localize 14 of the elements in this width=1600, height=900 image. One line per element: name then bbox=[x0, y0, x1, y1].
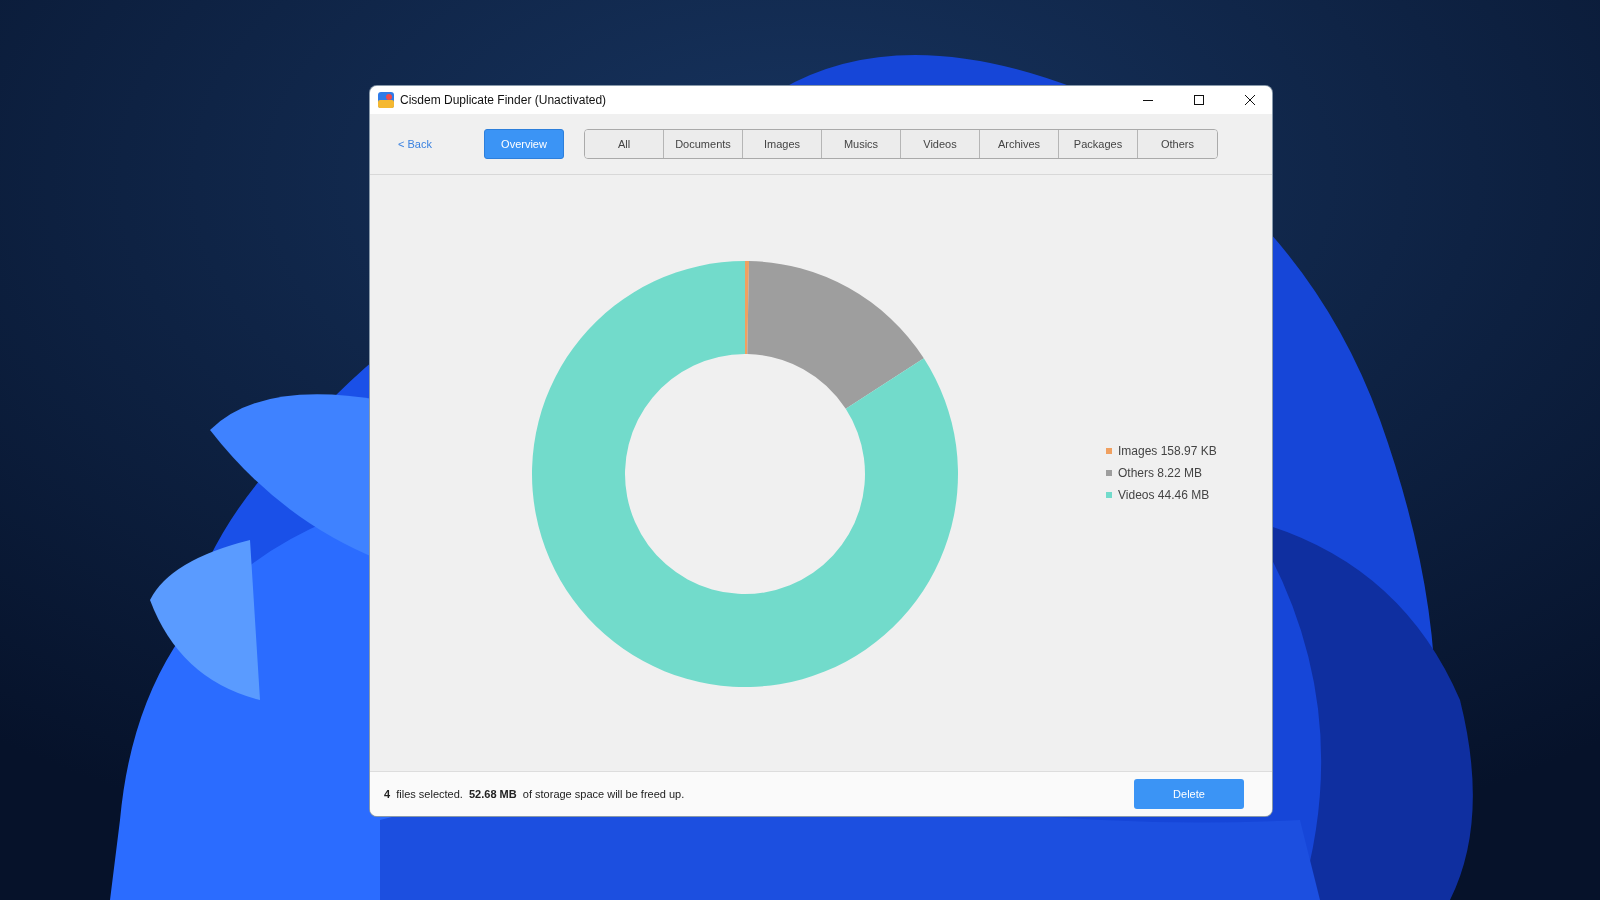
legend-label: Others 8.22 MB bbox=[1118, 466, 1203, 480]
filter-tab[interactable]: Packages bbox=[1059, 130, 1138, 158]
legend-label: Videos 44.46 MB bbox=[1118, 488, 1210, 502]
window-title: Cisdem Duplicate Finder (Unactivated) bbox=[400, 93, 608, 107]
filter-tab[interactable]: Documents bbox=[664, 130, 743, 158]
filter-tab[interactable]: Images bbox=[743, 130, 822, 158]
legend-label: Images 158.97 KB bbox=[1118, 444, 1217, 458]
filter-tab[interactable]: Videos bbox=[901, 130, 980, 158]
status-text: 4 files selected. 52.68 MB of storage space will be freed up. bbox=[384, 788, 686, 800]
filter-tab[interactable]: Archives bbox=[980, 130, 1059, 158]
filter-tab[interactable]: Musics bbox=[822, 130, 901, 158]
filter-tab[interactable]: All bbox=[585, 130, 664, 158]
filter-tab[interactable]: Others bbox=[1138, 130, 1217, 158]
back-link[interactable]: < Back bbox=[398, 138, 484, 150]
